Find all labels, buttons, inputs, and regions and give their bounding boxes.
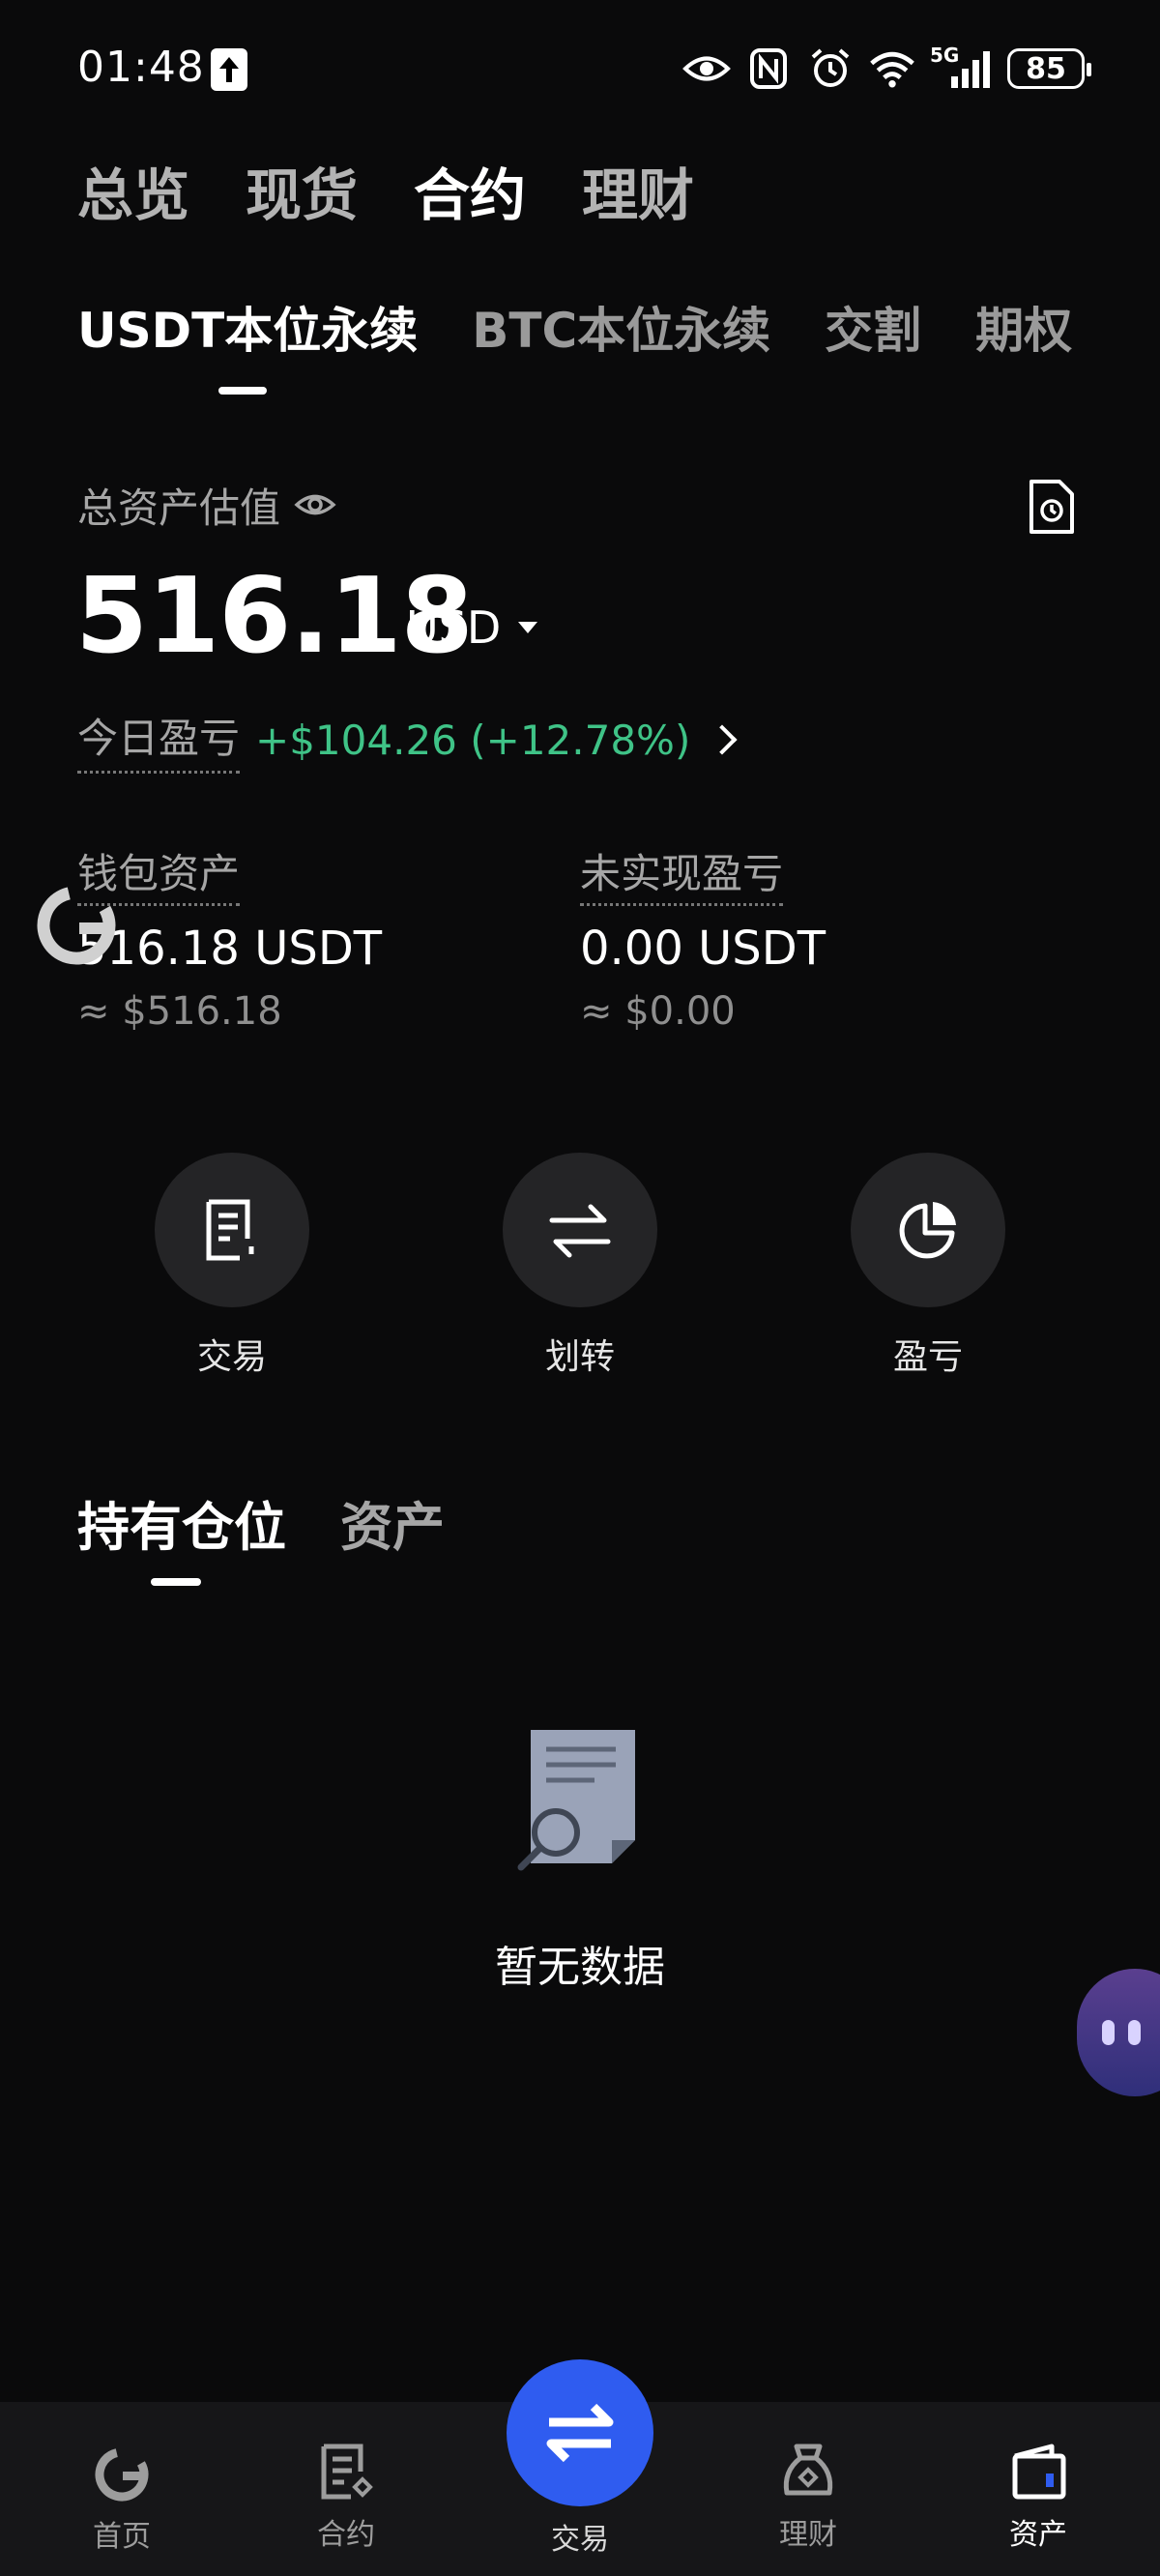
subtab-options[interactable]: 期权 (975, 292, 1072, 362)
action-pnl[interactable]: 盈亏 (851, 1153, 1005, 1379)
tab-spot[interactable]: 现货 (246, 150, 358, 231)
nav-finance[interactable]: 理财 (721, 2443, 895, 2553)
nav-contract-label: 合约 (317, 2518, 375, 2552)
subtab-active-indicator (218, 387, 267, 395)
unrealized-pnl-block: 未实现盈亏 0.00 USDT ≈ $0.00 (580, 841, 826, 1034)
order-document-icon (155, 1153, 309, 1307)
nav-finance-label: 理财 (779, 2518, 837, 2552)
action-transfer[interactable]: 划转 (503, 1153, 657, 1379)
floating-logo-icon[interactable] (37, 886, 116, 965)
action-transfer-label: 划转 (544, 1337, 615, 1377)
nav-home-label: 首页 (93, 2520, 151, 2554)
tab-finance[interactable]: 理财 (582, 150, 694, 231)
bubble-eye-right (1128, 2020, 1141, 2045)
nav-home[interactable]: 首页 (35, 2446, 209, 2555)
currency-label: USD (406, 601, 502, 654)
wallet-assets-approx: ≈ $516.18 (77, 989, 282, 1034)
battery-indicator: 85 (1007, 48, 1091, 89)
upload-icon (211, 48, 247, 91)
currency-selector[interactable]: USD (406, 601, 538, 654)
trade-swap-icon (546, 2403, 614, 2463)
wallet-icon (1012, 2444, 1066, 2500)
nav-assets-label: 资产 (1009, 2518, 1067, 2552)
tab-positions[interactable]: 持有仓位 (77, 1484, 286, 1561)
nav-contract[interactable]: 合约 (259, 2443, 433, 2553)
nav-trade-label: 交易 (551, 2523, 609, 2557)
finance-pot-icon (783, 2444, 833, 2496)
total-assets-header: 总资产估值 (77, 476, 336, 535)
alarm-icon (806, 47, 855, 90)
today-pnl-value: +$104.26 (+12.78%) (255, 716, 691, 764)
subtab-delivery[interactable]: 交割 (825, 292, 921, 362)
visibility-eye-icon[interactable] (294, 482, 336, 529)
trade-fab-button[interactable] (507, 2359, 653, 2506)
status-icons: 5G 85 (682, 44, 1091, 93)
top-tabs: 总览 现货 合约 理财 (77, 150, 694, 231)
today-pnl-label: 今日盈亏 (77, 706, 241, 774)
empty-state-text: 暂无数据 (495, 1943, 665, 1992)
wallet-assets-block: 钱包资产 516.18 USDT ≈ $516.18 (77, 841, 382, 1034)
eye-icon (682, 47, 731, 90)
nav-assets[interactable]: 资产 (951, 2443, 1125, 2553)
empty-data-icon (517, 1726, 643, 1871)
unrealized-pnl-label[interactable]: 未实现盈亏 (580, 850, 784, 906)
unrealized-pnl-value: 0.00 USDT (580, 922, 826, 976)
cellular-signal-icon: 5G (930, 44, 994, 90)
chevron-right-icon (707, 724, 738, 755)
sub-tabs: USDT本位永续 BTC本位永续 交割 期权 (77, 292, 1072, 362)
history-document-icon[interactable] (1027, 478, 1077, 536)
subtab-btc-perpetual[interactable]: BTC本位永续 (472, 292, 770, 362)
position-tab-indicator (151, 1578, 201, 1586)
action-trade-label: 交易 (196, 1337, 267, 1377)
tab-contract[interactable]: 合约 (414, 150, 526, 231)
status-time: 01:48 (77, 43, 205, 92)
today-pnl-row[interactable]: 今日盈亏 +$104.26 (+12.78%) (77, 706, 738, 774)
wifi-icon (868, 47, 916, 90)
home-logo-icon (95, 2447, 149, 2502)
bubble-eye-left (1102, 2020, 1115, 2045)
contract-icon (321, 2444, 373, 2500)
action-trade[interactable]: 交易 (155, 1153, 309, 1379)
position-tabs: 持有仓位 资产 (77, 1484, 445, 1561)
tab-assets[interactable]: 资产 (340, 1484, 445, 1561)
unrealized-pnl-approx: ≈ $0.00 (580, 989, 736, 1034)
tab-overview[interactable]: 总览 (77, 150, 189, 231)
action-pnl-label: 盈亏 (892, 1337, 963, 1377)
pie-chart-icon (851, 1153, 1005, 1307)
transfer-arrows-icon (503, 1153, 657, 1307)
subtab-usdt-perpetual[interactable]: USDT本位永续 (77, 292, 418, 362)
nfc-icon (744, 47, 793, 90)
total-assets-label: 总资产估值 (77, 484, 281, 532)
caret-down-icon (518, 622, 538, 633)
wallet-assets-value: 516.18 USDT (77, 922, 383, 976)
